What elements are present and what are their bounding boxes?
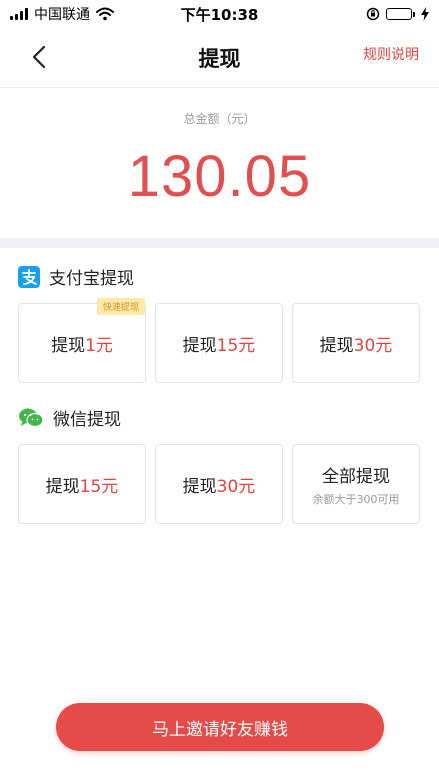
back-button[interactable] <box>24 42 54 72</box>
wechat-option-1[interactable]: 提现15元 <box>18 444 146 524</box>
alipay-icon <box>18 265 40 288</box>
status-time: 下午10:38 <box>180 5 259 24</box>
option-label: 提现1元 <box>51 335 113 356</box>
fast-badge: 快速提现 <box>97 298 145 315</box>
battery-icon <box>386 8 415 20</box>
wechat-header: 微信提现 <box>18 405 421 430</box>
withdraw-all-label: 全部提现 <box>322 466 390 487</box>
option-label: 提现15元 <box>182 335 256 356</box>
alipay-option-1[interactable]: 快速提现 提现1元 <box>18 298 146 383</box>
rotation-lock-icon <box>366 7 380 21</box>
wechat-icon <box>19 408 44 427</box>
status-right <box>289 7 429 21</box>
option-label: 提现30元 <box>182 476 256 497</box>
alipay-option-3[interactable]: 提现30元 <box>292 303 420 383</box>
invite-friends-button[interactable]: 马上邀请好友赚钱 <box>56 703 384 751</box>
page-title: 提现 <box>198 46 241 71</box>
alipay-option-2[interactable]: 提现15元 <box>155 303 283 383</box>
amount-section: 总金额（元） 130.05 <box>0 88 439 238</box>
chevron-left-icon <box>32 45 46 69</box>
carrier-name: 中国联通 <box>34 7 90 23</box>
status-bar: 中国联通 下午10:38 <box>0 0 439 28</box>
section-divider <box>0 238 439 248</box>
amount-value: 130.05 <box>127 144 312 209</box>
rules-link[interactable]: 规则说明 <box>363 44 419 64</box>
wechat-option-all[interactable]: 全部提现 余额大于300可用 <box>292 444 420 524</box>
wifi-icon <box>96 7 114 21</box>
header-area: 中国联通 下午10:38 提现 规则说明 总金额（元） 130.05 <box>0 0 439 238</box>
charging-icon <box>421 7 429 21</box>
wechat-option-2[interactable]: 提现30元 <box>155 444 283 524</box>
alipay-title: 支付宝提现 <box>49 269 134 289</box>
signal-icon <box>10 8 28 20</box>
withdraw-options: 支付宝提现 快速提现 提现1元 提现15元 提现30元 微信提现 提现15元 提… <box>0 248 439 780</box>
option-label: 提现30元 <box>319 335 393 356</box>
option-label: 提现15元 <box>45 476 119 497</box>
withdraw-all-note: 余额大于300可用 <box>312 492 400 506</box>
wechat-title: 微信提现 <box>53 410 121 430</box>
nav-bar: 提现 规则说明 <box>0 28 439 88</box>
alipay-grid: 快速提现 提现1元 提现15元 提现30元 <box>18 298 421 383</box>
amount-label: 总金额（元） <box>183 112 256 126</box>
status-left: 中国联通 <box>10 4 150 24</box>
wechat-grid: 提现15元 提现30元 全部提现 余额大于300可用 <box>18 444 421 524</box>
alipay-header: 支付宝提现 <box>18 264 421 289</box>
